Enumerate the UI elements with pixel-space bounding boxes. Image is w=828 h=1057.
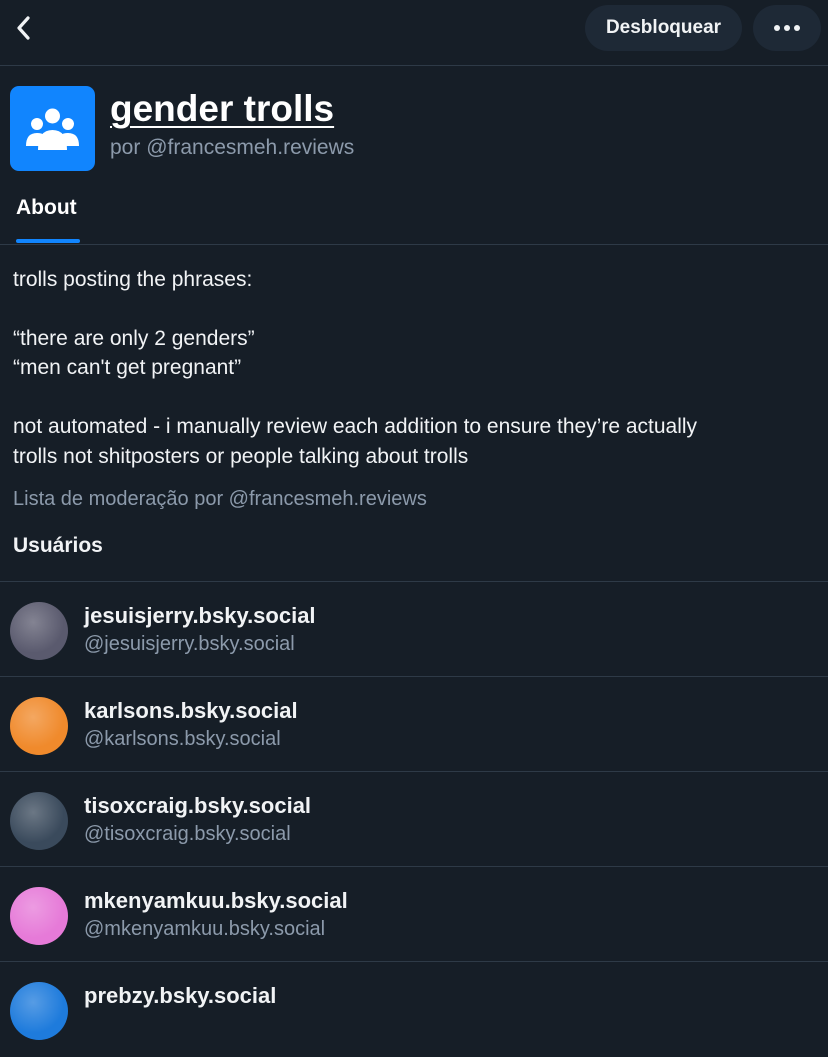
chevron-left-icon bbox=[17, 16, 30, 40]
user-display-name: jesuisjerry.bsky.social bbox=[84, 603, 316, 628]
tab-active-indicator bbox=[16, 239, 80, 243]
more-options-button[interactable] bbox=[753, 5, 821, 51]
user-row[interactable]: tisoxcraig.bsky.social @tisoxcraig.bsky.… bbox=[0, 771, 828, 867]
user-display-name: mkenyamkuu.bsky.social bbox=[84, 888, 348, 913]
unblock-button[interactable]: Desbloquear bbox=[585, 5, 742, 51]
back-button[interactable] bbox=[6, 8, 42, 48]
user-display-name: prebzy.bsky.social bbox=[84, 983, 277, 1008]
description-line: “men can't get pregnant” bbox=[13, 356, 242, 379]
avatar[interactable] bbox=[10, 982, 68, 1040]
owner-handle-link[interactable]: @francesmeh.reviews bbox=[146, 136, 354, 159]
list-title[interactable]: gender trolls bbox=[110, 88, 334, 130]
user-handle: @tisoxcraig.bsky.social bbox=[84, 823, 291, 845]
user-row[interactable]: karlsons.bsky.social @karlsons.bsky.soci… bbox=[0, 676, 828, 772]
avatar[interactable] bbox=[10, 887, 68, 945]
description-line: not automated - i manually review each a… bbox=[13, 415, 698, 438]
people-group-icon bbox=[26, 108, 79, 150]
avatar[interactable] bbox=[10, 697, 68, 755]
moderation-list-info: Lista de moderação por @francesmeh.revie… bbox=[13, 488, 427, 510]
tab-about[interactable]: About bbox=[16, 196, 77, 220]
ellipsis-icon bbox=[774, 25, 800, 31]
description-line: trolls not shitposters or people talking… bbox=[13, 445, 469, 468]
user-handle: @karlsons.bsky.social bbox=[84, 728, 281, 750]
user-display-name: tisoxcraig.bsky.social bbox=[84, 793, 312, 818]
tab-divider bbox=[0, 244, 828, 245]
users-heading: Usuários bbox=[13, 534, 103, 557]
user-display-name: karlsons.bsky.social bbox=[84, 698, 298, 723]
description-line: “there are only 2 genders” bbox=[13, 327, 255, 350]
user-handle: @mkenyamkuu.bsky.social bbox=[84, 918, 326, 940]
avatar[interactable] bbox=[10, 792, 68, 850]
description-line: trolls posting the phrases: bbox=[13, 268, 253, 291]
user-row[interactable]: jesuisjerry.bsky.social @jesuisjerry.bsk… bbox=[0, 581, 828, 677]
user-row[interactable]: prebzy.bsky.social bbox=[0, 961, 828, 1057]
user-row[interactable]: mkenyamkuu.bsky.social @mkenyamkuu.bsky.… bbox=[0, 866, 828, 962]
list-avatar bbox=[10, 86, 95, 171]
avatar[interactable] bbox=[10, 602, 68, 660]
byline-prefix: por bbox=[110, 136, 141, 159]
list-byline: por @francesmeh.reviews bbox=[110, 136, 354, 160]
top-bar: Desbloquear bbox=[0, 0, 828, 66]
user-handle: @jesuisjerry.bsky.social bbox=[84, 633, 295, 655]
